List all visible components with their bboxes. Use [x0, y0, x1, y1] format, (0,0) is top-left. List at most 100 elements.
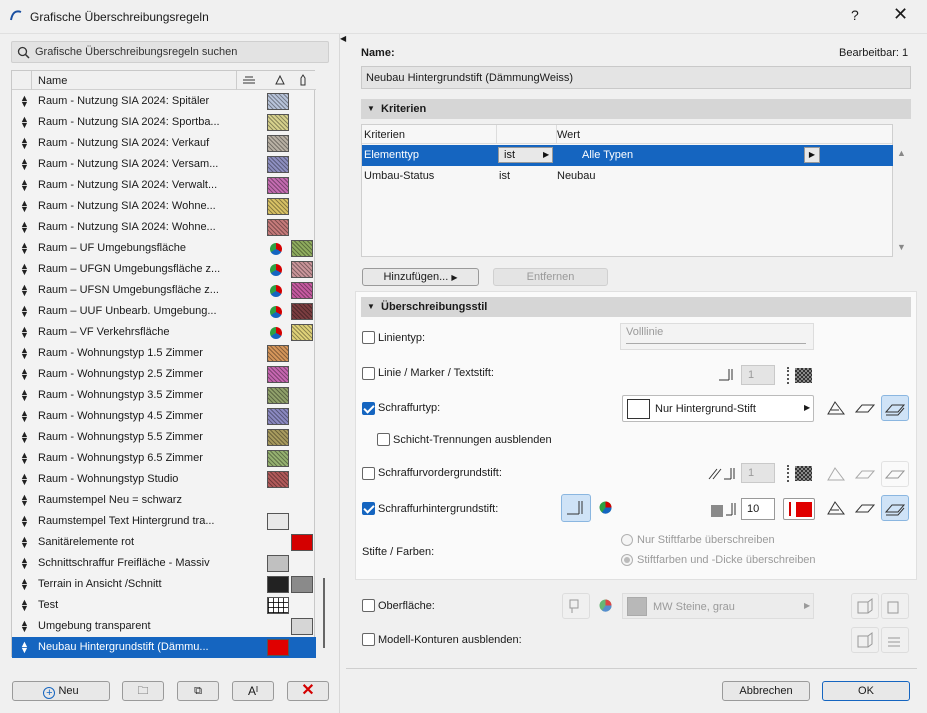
remove-criteria-button[interactable]: Entfernen	[493, 268, 608, 286]
filltype-checkbox[interactable]	[362, 402, 375, 415]
list-item[interactable]: ▲ ▼ Raum - Nutzung SIA 2024: Verwalt...	[12, 175, 316, 196]
drag-handle-icon[interactable]: ▲ ▼	[20, 451, 29, 466]
bg-cover-button[interactable]	[851, 495, 879, 521]
drag-handle-icon[interactable]: ▲ ▼	[20, 514, 29, 529]
pen-column-icon[interactable]	[298, 74, 308, 86]
fg-cover-button[interactable]	[851, 461, 879, 487]
contours-option-button-2[interactable]	[881, 627, 909, 653]
list-item[interactable]: ▲ ▼ Test	[12, 595, 316, 616]
search-input[interactable]: Grafische Überschreibungsregeln suchen	[11, 41, 329, 63]
list-item[interactable]: ▲ ▼ Raum - Nutzung SIA 2024: Sportba...	[12, 112, 316, 133]
criteria-row[interactable]: Elementtyp ist ▶ Alle Typen ▶	[362, 145, 893, 166]
fg-pen-number-field[interactable]: 1	[741, 463, 775, 483]
surface-dropdown[interactable]: MW Steine, grau ▶	[622, 593, 814, 619]
drag-handle-icon[interactable]: ▲ ▼	[20, 241, 29, 256]
override-style-header[interactable]: ▼ Überschreibungsstil	[361, 297, 911, 317]
criteria-row[interactable]: Umbau-Status ist Neubau	[362, 166, 893, 187]
rename-button[interactable]: Aᴵ	[232, 681, 274, 701]
pen-checkbox[interactable]	[362, 367, 375, 380]
fg-cut-button[interactable]	[881, 461, 909, 487]
list-item[interactable]: ▲ ▼ Terrain in Ansicht /Schnitt	[12, 574, 316, 595]
ok-button[interactable]: OK	[822, 681, 910, 701]
fg-pen-color-swatch[interactable]	[787, 465, 813, 482]
radio-pen-color-only[interactable]	[621, 534, 633, 546]
drag-handle-icon[interactable]: ▲ ▼	[20, 136, 29, 151]
drag-handle-icon[interactable]: ▲ ▼	[20, 220, 29, 235]
drag-handle-icon[interactable]: ▲ ▼	[20, 577, 29, 592]
list-item[interactable]: ▲ ▼ Raum - Wohnungstyp Studio	[12, 469, 316, 490]
list-item[interactable]: ▲ ▼ Raum - Nutzung SIA 2024: Wohne...	[12, 196, 316, 217]
drag-handle-icon[interactable]: ▲ ▼	[20, 199, 29, 214]
drag-handle-icon[interactable]: ▲ ▼	[20, 619, 29, 634]
drag-handle-icon[interactable]: ▲ ▼	[20, 262, 29, 277]
drag-handle-icon[interactable]: ▲ ▼	[20, 304, 29, 319]
operator-dropdown[interactable]: ist ▶	[498, 147, 553, 163]
close-button[interactable]: ✕	[893, 4, 908, 25]
new-folder-button[interactable]: 🗀	[122, 681, 164, 701]
list-scrollbar[interactable]	[319, 70, 328, 657]
color-wheel-icon[interactable]	[598, 598, 613, 613]
list-item[interactable]: ▲ ▼ Sanitärelemente rot	[12, 532, 316, 553]
list-item[interactable]: ▲ ▼ Raum - Nutzung SIA 2024: Verkauf	[12, 133, 316, 154]
list-item[interactable]: ▲ ▼ Raum - Nutzung SIA 2024: Wohne...	[12, 217, 316, 238]
fill-cover-button[interactable]	[851, 395, 879, 421]
fg-pen-checkbox[interactable]	[362, 467, 375, 480]
bg-pen-number-field[interactable]: 10	[741, 498, 775, 520]
contours-option-button-1[interactable]	[851, 627, 879, 653]
drag-handle-icon[interactable]: ▲ ▼	[20, 178, 29, 193]
drag-handle-icon[interactable]: ▲ ▼	[20, 409, 29, 424]
delete-button[interactable]: ✕	[287, 681, 329, 701]
rules-list[interactable]: Name ▲ ▼ Raum - Nutzung SIA 2024: Spitäler…	[11, 70, 316, 658]
drag-handle-icon[interactable]: ▲ ▼	[20, 283, 29, 298]
name-field[interactable]: Neubau Hintergrundstift (DämmungWeiss)	[361, 66, 911, 89]
value-dropdown-button[interactable]: ▶	[804, 147, 820, 163]
fg-drafting-button[interactable]	[822, 461, 850, 487]
surface-option-button-2[interactable]	[881, 593, 909, 619]
new-button[interactable]: + Neu	[12, 681, 110, 701]
list-item[interactable]: ▲ ▼ Raumstempel Neu = schwarz	[12, 490, 316, 511]
drag-handle-icon[interactable]: ▲ ▼	[20, 598, 29, 613]
contours-checkbox[interactable]	[362, 633, 375, 646]
list-item[interactable]: ▲ ▼ Raum – UUF Unbearb. Umgebung...	[12, 301, 316, 322]
bg-drafting-button[interactable]	[822, 495, 850, 521]
criteria-section-header[interactable]: ▼ Kriterien	[361, 99, 911, 119]
surface-checkbox[interactable]	[362, 599, 375, 612]
drag-handle-icon[interactable]: ▲ ▼	[20, 325, 29, 340]
bg-pen-checkbox[interactable]	[362, 502, 375, 515]
list-item[interactable]: ▲ ▼ Neubau Hintergrundstift (Dämmu...	[12, 637, 316, 658]
list-item[interactable]: ▲ ▼ Raum - Nutzung SIA 2024: Spitäler	[12, 91, 316, 112]
list-item[interactable]: ▲ ▼ Raum - Nutzung SIA 2024: Versam...	[12, 154, 316, 175]
bg-cut-button[interactable]	[881, 495, 909, 521]
list-item[interactable]: ▲ ▼ Raum – UFSN Umgebungsfläche z...	[12, 280, 316, 301]
drag-handle-icon[interactable]: ▲ ▼	[20, 157, 29, 172]
list-item[interactable]: ▲ ▼ Raum - Wohnungstyp 3.5 Zimmer	[12, 385, 316, 406]
list-item[interactable]: ▲ ▼ Umgebung transparent	[12, 616, 316, 637]
help-button[interactable]: ?	[851, 7, 859, 23]
bg-pen-mode-button[interactable]	[561, 494, 591, 522]
color-wheel-icon[interactable]	[598, 500, 613, 515]
surface-column-icon[interactable]	[274, 74, 286, 86]
list-item[interactable]: ▲ ▼ Raum - Wohnungstyp 1.5 Zimmer	[12, 343, 316, 364]
pen-number-field[interactable]: 1	[741, 365, 775, 385]
duplicate-button[interactable]: ⧉	[177, 681, 219, 701]
list-item[interactable]: ▲ ▼ Raumstempel Text Hintergrund tra...	[12, 511, 316, 532]
surface-option-button-1[interactable]	[851, 593, 879, 619]
add-criteria-button[interactable]: Hinzufügen... ▶	[362, 268, 479, 286]
hide-layers-checkbox[interactable]	[377, 433, 390, 446]
linetype-dropdown[interactable]: Volllinie	[620, 323, 814, 350]
filltype-dropdown[interactable]: Nur Hintergrund-Stift ▶	[622, 395, 814, 422]
scroll-down-icon[interactable]: ▼	[897, 242, 906, 252]
drag-handle-icon[interactable]: ▲ ▼	[20, 556, 29, 571]
list-item[interactable]: ▲ ▼ Raum - Wohnungstyp 5.5 Zimmer	[12, 427, 316, 448]
drag-handle-icon[interactable]: ▲ ▼	[20, 472, 29, 487]
drag-handle-icon[interactable]: ▲ ▼	[20, 346, 29, 361]
drag-handle-icon[interactable]: ▲ ▼	[20, 115, 29, 130]
drag-handle-icon[interactable]: ▲ ▼	[20, 493, 29, 508]
collapse-arrow-icon[interactable]: ◀	[340, 34, 346, 43]
list-item[interactable]: ▲ ▼ Schnittschraffur Freifläche - Massiv	[12, 553, 316, 574]
list-item[interactable]: ▲ ▼ Raum - Wohnungstyp 2.5 Zimmer	[12, 364, 316, 385]
drag-handle-icon[interactable]: ▲ ▼	[20, 535, 29, 550]
fill-drafting-button[interactable]	[822, 395, 850, 421]
drag-handle-icon[interactable]: ▲ ▼	[20, 430, 29, 445]
radio-pen-color-weight[interactable]	[621, 554, 633, 566]
